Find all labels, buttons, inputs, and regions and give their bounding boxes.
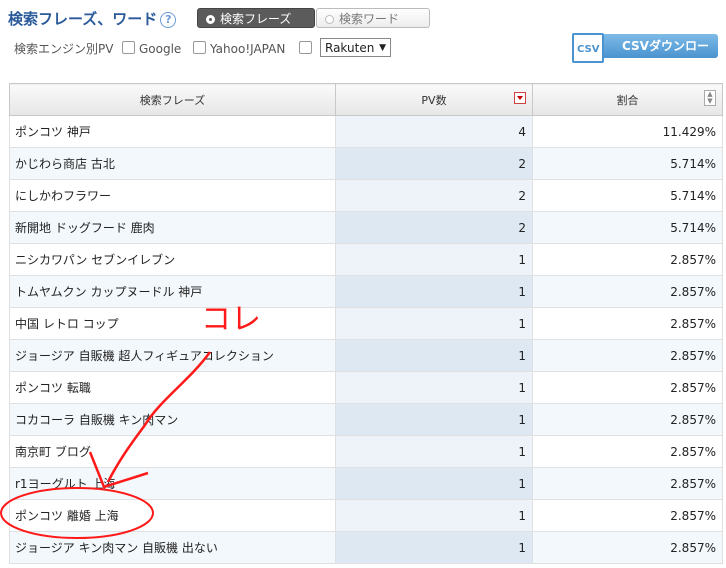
title-text: 検索フレーズ、ワード bbox=[8, 10, 158, 28]
table-row: 新開地 ドッグフード 鹿肉 2 5.714% bbox=[9, 211, 723, 244]
pv-cell: 1 bbox=[335, 531, 533, 564]
radio-selected-icon bbox=[206, 15, 215, 24]
pv-cell: 1 bbox=[335, 467, 533, 500]
table-row: ポンコツ 離婚 上海 1 2.857% bbox=[9, 499, 723, 532]
tab-word-label: 検索ワード bbox=[339, 12, 400, 26]
ratio-cell: 5.714% bbox=[532, 147, 723, 180]
col-header-pv[interactable]: PV数 bbox=[335, 83, 533, 116]
radio-unselected-icon bbox=[325, 15, 334, 24]
table-row: 中国 レトロ コップ 1 2.857% bbox=[9, 307, 723, 340]
phrase-cell: ポンコツ 離婚 上海 bbox=[9, 499, 336, 532]
col-header-ratio-label: 割合 bbox=[616, 93, 639, 107]
sort-toggle-icon[interactable]: ▲ ▼ bbox=[704, 90, 716, 106]
pv-cell: 1 bbox=[335, 499, 533, 532]
phrase-cell: ポンコツ 転職 bbox=[9, 371, 336, 404]
ratio-cell: 5.714% bbox=[532, 179, 723, 212]
yahoo-checkbox[interactable] bbox=[193, 41, 206, 54]
tab-search-word[interactable]: 検索ワード bbox=[316, 8, 430, 28]
table-row: ポンコツ 神戸 4 11.429% bbox=[9, 115, 723, 148]
phrase-cell: 中国 レトロ コップ bbox=[9, 307, 336, 340]
pv-cell: 1 bbox=[335, 435, 533, 468]
ratio-cell: 2.857% bbox=[532, 435, 723, 468]
ratio-cell: 2.857% bbox=[532, 403, 723, 436]
yahoo-label: Yahoo!JAPAN bbox=[210, 42, 286, 56]
ratio-cell: 11.429% bbox=[532, 115, 723, 148]
help-icon[interactable]: ? bbox=[160, 12, 177, 28]
pv-cell: 1 bbox=[335, 243, 533, 276]
table-row: ポンコツ 転職 1 2.857% bbox=[9, 371, 723, 404]
engine-filter-label: 検索エンジン別PV bbox=[14, 42, 114, 56]
phrase-cell: 新開地 ドッグフード 鹿肉 bbox=[9, 211, 336, 244]
ratio-cell: 2.857% bbox=[532, 499, 723, 532]
pv-cell: 1 bbox=[335, 307, 533, 340]
ratio-cell: 2.857% bbox=[532, 467, 723, 500]
phrase-cell: ジョージア キン肉マン 自販機 出ない bbox=[9, 531, 336, 564]
engine-select-value: Rakuten bbox=[325, 41, 375, 55]
tab-search-phrase[interactable]: 検索フレーズ bbox=[197, 8, 315, 28]
table-row: かじわら商店 古北 2 5.714% bbox=[9, 147, 723, 180]
ratio-cell: 2.857% bbox=[532, 243, 723, 276]
table-row: トムヤムクン カップヌードル 神戸 1 2.857% bbox=[9, 275, 723, 308]
pv-cell: 1 bbox=[335, 275, 533, 308]
csv-icon-text: CSV bbox=[577, 44, 600, 55]
pv-cell: 2 bbox=[335, 211, 533, 244]
pv-cell: 1 bbox=[335, 371, 533, 404]
phrase-cell: r1ヨーグルト 上海 bbox=[9, 467, 336, 500]
pv-cell: 2 bbox=[335, 147, 533, 180]
search-phrase-table: 検索フレーズ PV数 割合 ▲ ▼ ポンコツ 神戸 4 11.429% かじわら商店 古北… bbox=[9, 83, 723, 564]
ratio-cell: 2.857% bbox=[532, 307, 723, 340]
phrase-cell: にしかわフラワー bbox=[9, 179, 336, 212]
csv-file-icon: CSV bbox=[572, 33, 604, 63]
col-header-pv-label: PV数 bbox=[421, 93, 447, 107]
pv-cell: 2 bbox=[335, 179, 533, 212]
tab-phrase-label: 検索フレーズ bbox=[220, 12, 292, 26]
ratio-cell: 2.857% bbox=[532, 531, 723, 564]
table-row: ニシカワパン セブンイレブン 1 2.857% bbox=[9, 243, 723, 276]
phrase-cell: ジョージア 自販機 超人フィギュアコレクション bbox=[9, 339, 336, 372]
pv-cell: 1 bbox=[335, 339, 533, 372]
table-row: r1ヨーグルト 上海 1 2.857% bbox=[9, 467, 723, 500]
pv-cell: 1 bbox=[335, 403, 533, 436]
table-row: ジョージア キン肉マン 自販機 出ない 1 2.857% bbox=[9, 531, 723, 564]
rakuten-checkbox[interactable] bbox=[299, 41, 312, 54]
pv-cell: 4 bbox=[335, 115, 533, 148]
page-title: 検索フレーズ、ワード? bbox=[8, 8, 177, 29]
ratio-cell: 2.857% bbox=[532, 275, 723, 308]
phrase-cell: ニシカワパン セブンイレブン bbox=[9, 243, 336, 276]
col-header-phrase[interactable]: 検索フレーズ bbox=[9, 83, 336, 116]
phrase-cell: トムヤムクン カップヌードル 神戸 bbox=[9, 275, 336, 308]
col-header-phrase-label: 検索フレーズ bbox=[139, 93, 206, 107]
table-row: ジョージア 自販機 超人フィギュアコレクション 1 2.857% bbox=[9, 339, 723, 372]
col-header-ratio[interactable]: 割合 ▲ ▼ bbox=[532, 83, 723, 116]
google-label: Google bbox=[139, 42, 182, 56]
phrase-cell: ポンコツ 神戸 bbox=[9, 115, 336, 148]
google-checkbox[interactable] bbox=[122, 41, 135, 54]
ratio-cell: 2.857% bbox=[532, 371, 723, 404]
ratio-cell: 2.857% bbox=[532, 339, 723, 372]
phrase-cell: コカコーラ 自販機 キン肉マン bbox=[9, 403, 336, 436]
phrase-cell: かじわら商店 古北 bbox=[9, 147, 336, 180]
table-row: 南京町 ブログ 1 2.857% bbox=[9, 435, 723, 468]
phrase-cell: 南京町 ブログ bbox=[9, 435, 336, 468]
table-row: コカコーラ 自販機 キン肉マン 1 2.857% bbox=[9, 403, 723, 436]
chevron-down-icon: ▼ bbox=[379, 43, 386, 53]
engine-select[interactable]: Rakuten ▼ bbox=[320, 38, 391, 57]
ratio-cell: 5.714% bbox=[532, 211, 723, 244]
table-row: にしかわフラワー 2 5.714% bbox=[9, 179, 723, 212]
sort-desc-icon[interactable] bbox=[514, 92, 526, 104]
